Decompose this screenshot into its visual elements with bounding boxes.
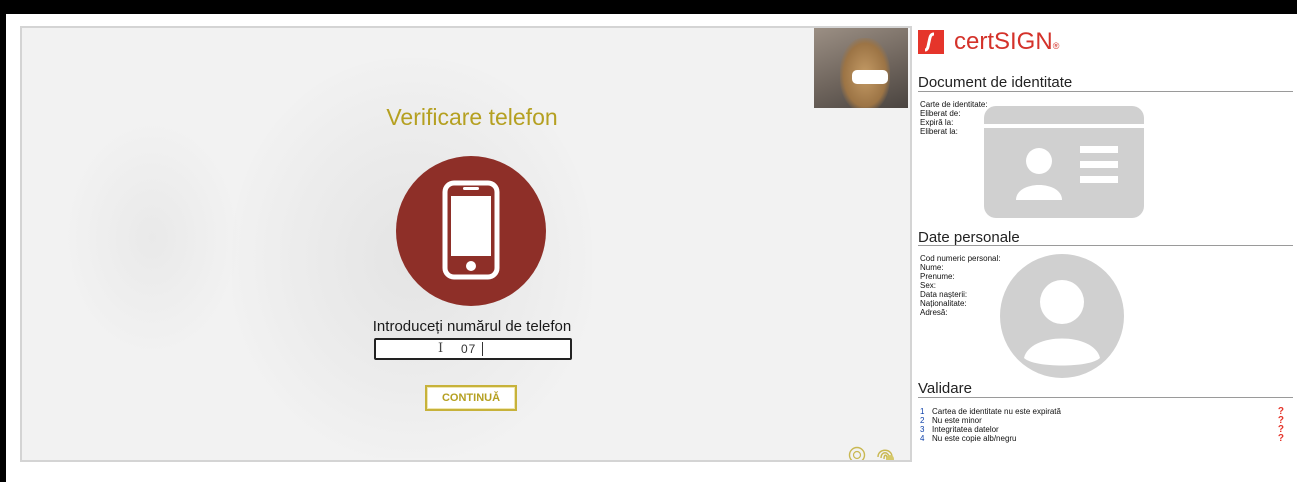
verification-panel: Verificare telefon Introduceți numărul d… — [20, 26, 912, 462]
field-cnp: Cod numeric personal: — [920, 254, 1001, 263]
field-issued-by: Eliberat de: — [920, 109, 961, 118]
field-issued-on: Eliberat la: — [920, 127, 958, 136]
certsign-logo-text: certSIGN® — [954, 28, 1060, 55]
field-last-name: Nume: — [920, 263, 944, 272]
page-title: Verificare telefon — [386, 104, 558, 130]
field-expires-on: Expiră la: — [920, 118, 954, 127]
face-blur-mask — [852, 70, 888, 84]
section-title-validation: Validare — [918, 380, 972, 397]
section-title-personal-data: Date personale — [918, 229, 1020, 246]
input-caret — [482, 342, 483, 356]
continue-button[interactable]: CONTINUĂ — [425, 385, 517, 411]
field-id-card: Carte de identitate: — [920, 100, 988, 109]
settings-circle-icon[interactable] — [848, 446, 866, 460]
field-sex: Sex: — [920, 281, 937, 290]
validation-item: 3 Integritatea datelor? — [920, 424, 1284, 435]
field-address: Adresă: — [920, 308, 948, 317]
phone-number-input[interactable]: Ι 07 — [374, 338, 572, 360]
section-title-identity-document: Document de identitate — [918, 74, 1073, 91]
validation-item: 4 Nu este copie alb/negru? — [920, 433, 1284, 444]
field-nationality: Naționalitate: — [920, 299, 967, 308]
fingerprint-icon[interactable] — [874, 442, 896, 460]
phone-number-value: 07 — [461, 342, 477, 356]
section-divider — [918, 397, 1293, 398]
webcam-preview — [814, 28, 908, 108]
id-card-icon — [984, 106, 1144, 218]
section-divider — [918, 91, 1293, 92]
field-first-name: Prenume: — [920, 272, 955, 281]
field-birth-date: Data nașterii: — [920, 290, 968, 299]
validation-item: 1 Cartea de identitate nu este expirată? — [920, 406, 1284, 417]
user-avatar-icon — [1000, 254, 1124, 378]
phone-number-label: Introduceți numărul de telefon — [372, 318, 572, 335]
section-divider — [918, 245, 1293, 246]
text-cursor-icon: Ι — [438, 341, 444, 356]
certsign-logo-mark — [918, 30, 944, 54]
smartphone-icon — [396, 156, 546, 306]
validation-item: 2 Nu este minor? — [920, 415, 1284, 426]
status-unknown-icon: ? — [1277, 433, 1284, 444]
identity-info-panel: certSIGN® Document de identitate Carte d… — [918, 14, 1297, 482]
